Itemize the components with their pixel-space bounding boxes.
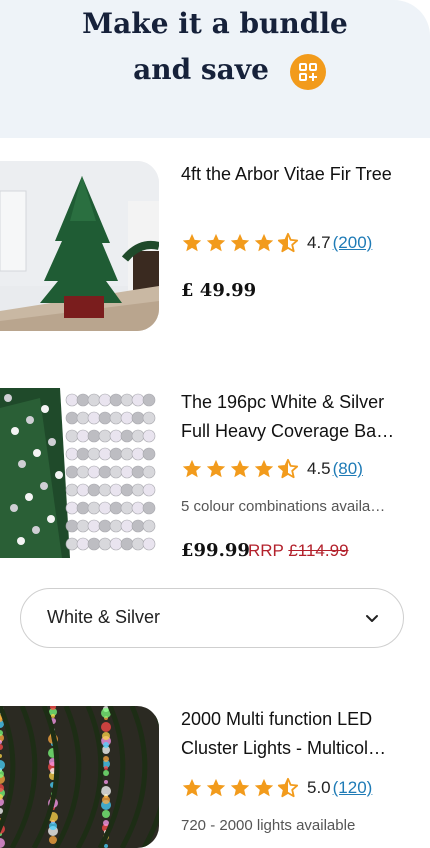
product-subtitle: 5 colour combinations availa… [181,498,386,515]
review-count-link[interactable]: (200) [333,233,373,253]
star-icon [230,233,250,252]
star-icon [182,459,202,478]
star-icon [206,778,226,797]
variant-select[interactable]: White & Silver [20,588,404,648]
star-rating [181,777,299,799]
rrp-label: RRP [248,541,284,560]
product-image-led-lights[interactable] [0,706,159,848]
bundle-title-line1: Make it a bundle [82,7,348,40]
star-icon [206,233,226,252]
star-rating [181,232,299,254]
chevron-down-icon [365,611,379,629]
star-icon [182,778,202,797]
rating-value: 5.0 [307,778,331,797]
product-rating: 4.5 (80) [181,456,363,482]
product-price: £ 49.99 [181,280,257,301]
bundle-title-line2: and save [133,53,269,86]
bundle-header: Make it a bundle and save [0,0,430,138]
star-icon [254,778,274,797]
rrp-old-price: £114.99 [288,541,349,560]
product-rating: 4.7 (200) [181,230,372,256]
product-image-christmas-tree[interactable] [0,161,159,331]
star-icon [230,459,250,478]
review-count-link[interactable]: (120) [333,778,373,798]
star-icon [254,459,274,478]
product-name-line1[interactable]: 2000 Multi function LED [181,705,405,734]
star-icon [206,459,226,478]
star-icon [230,778,250,797]
variant-select-value: White & Silver [47,607,161,627]
star-half-icon [277,232,299,253]
product-name-line1[interactable]: The 196pc White & Silver [181,388,405,417]
product-rating: 5.0 (120) [181,775,372,801]
product-name[interactable]: Full Heavy Coverage Ba… [181,417,405,446]
star-half-icon [277,777,299,798]
product-name[interactable]: 4ft the Arbor Vitae Fir Tree [181,160,411,189]
bundle-grid-plus-icon[interactable] [290,54,326,90]
product-name[interactable]: Cluster Lights - Multicol… [181,734,405,763]
review-count-link[interactable]: (80) [333,459,363,479]
product-subtitle: 720 - 2000 lights available [181,817,356,834]
star-icon [182,233,202,252]
product-price: £99.99 [181,540,250,561]
rating-value: 4.7 [307,233,331,252]
star-icon [254,233,274,252]
rrp-price: RRP £114.99 [248,541,349,561]
product-image-baubles[interactable] [0,388,159,558]
star-half-icon [277,458,299,479]
rating-value: 4.5 [307,459,331,478]
star-rating [181,458,299,480]
